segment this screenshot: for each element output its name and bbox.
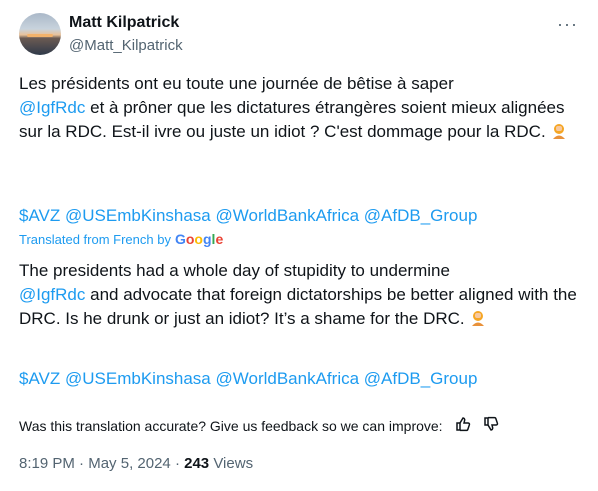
tweet-meta: 8:19 PM · May 5, 2024 · 243 Views	[19, 455, 254, 472]
tweet-date[interactable]: May 5, 2024	[88, 455, 171, 472]
tweet-time[interactable]: 8:19 PM	[19, 455, 75, 472]
mention-igfrdc-translated[interactable]: @IgfRdc	[19, 285, 85, 304]
woman-facepalming-icon	[469, 309, 487, 334]
thumbs-up-icon[interactable]	[455, 416, 471, 435]
view-count: 243	[184, 455, 210, 472]
google-logo: Google	[174, 231, 224, 247]
cashtag-avz[interactable]: $AVZ	[19, 369, 60, 388]
translated-by-label[interactable]: Translated from French by Google	[19, 231, 223, 247]
original-text: Les présidents ont eu toute une journée …	[19, 72, 579, 147]
mention-usembkinshasa[interactable]: @USEmbKinshasa	[65, 206, 211, 225]
mention-afdb-group[interactable]: @AfDB_Group	[364, 206, 478, 225]
views-label: Views	[213, 455, 254, 472]
feedback-text: Was this translation accurate? Give us f…	[19, 417, 443, 434]
more-options-icon[interactable]: ···	[557, 14, 578, 35]
cashtag-avz[interactable]: $AVZ	[19, 206, 60, 225]
translated-text: The presidents had a whole day of stupid…	[19, 259, 579, 334]
author-name[interactable]: Matt Kilpatrick	[69, 14, 179, 32]
mention-worldbankafrica[interactable]: @WorldBankAfrica	[216, 369, 360, 388]
mention-usembkinshasa[interactable]: @USEmbKinshasa	[65, 369, 211, 388]
mention-igfrdc[interactable]: @IgfRdc	[19, 98, 85, 117]
original-text-part2: et à prôner que les dictatures étrangère…	[19, 98, 565, 141]
original-hashtags: $AVZ @USEmbKinshasa @WorldBankAfrica @Af…	[19, 204, 579, 228]
original-text-part1: Les présidents ont eu toute une journée …	[19, 74, 454, 93]
author-handle[interactable]: @Matt_Kilpatrick	[69, 37, 183, 54]
translated-from-text: Translated from French by	[19, 231, 171, 247]
avatar[interactable]	[19, 13, 61, 55]
translation-feedback: Was this translation accurate? Give us f…	[19, 416, 499, 435]
mention-afdb-group[interactable]: @AfDB_Group	[364, 369, 478, 388]
translated-text-part1: The presidents had a whole day of stupid…	[19, 261, 450, 280]
translated-hashtags: $AVZ @USEmbKinshasa @WorldBankAfrica @Af…	[19, 367, 579, 391]
translated-text-part2: and advocate that foreign dictatorships …	[19, 285, 577, 328]
thumbs-down-icon[interactable]	[483, 416, 499, 435]
mention-worldbankafrica[interactable]: @WorldBankAfrica	[216, 206, 360, 225]
woman-facepalming-icon	[550, 122, 568, 147]
tweet: Matt Kilpatrick @Matt_Kilpatrick ··· Les…	[0, 0, 598, 491]
